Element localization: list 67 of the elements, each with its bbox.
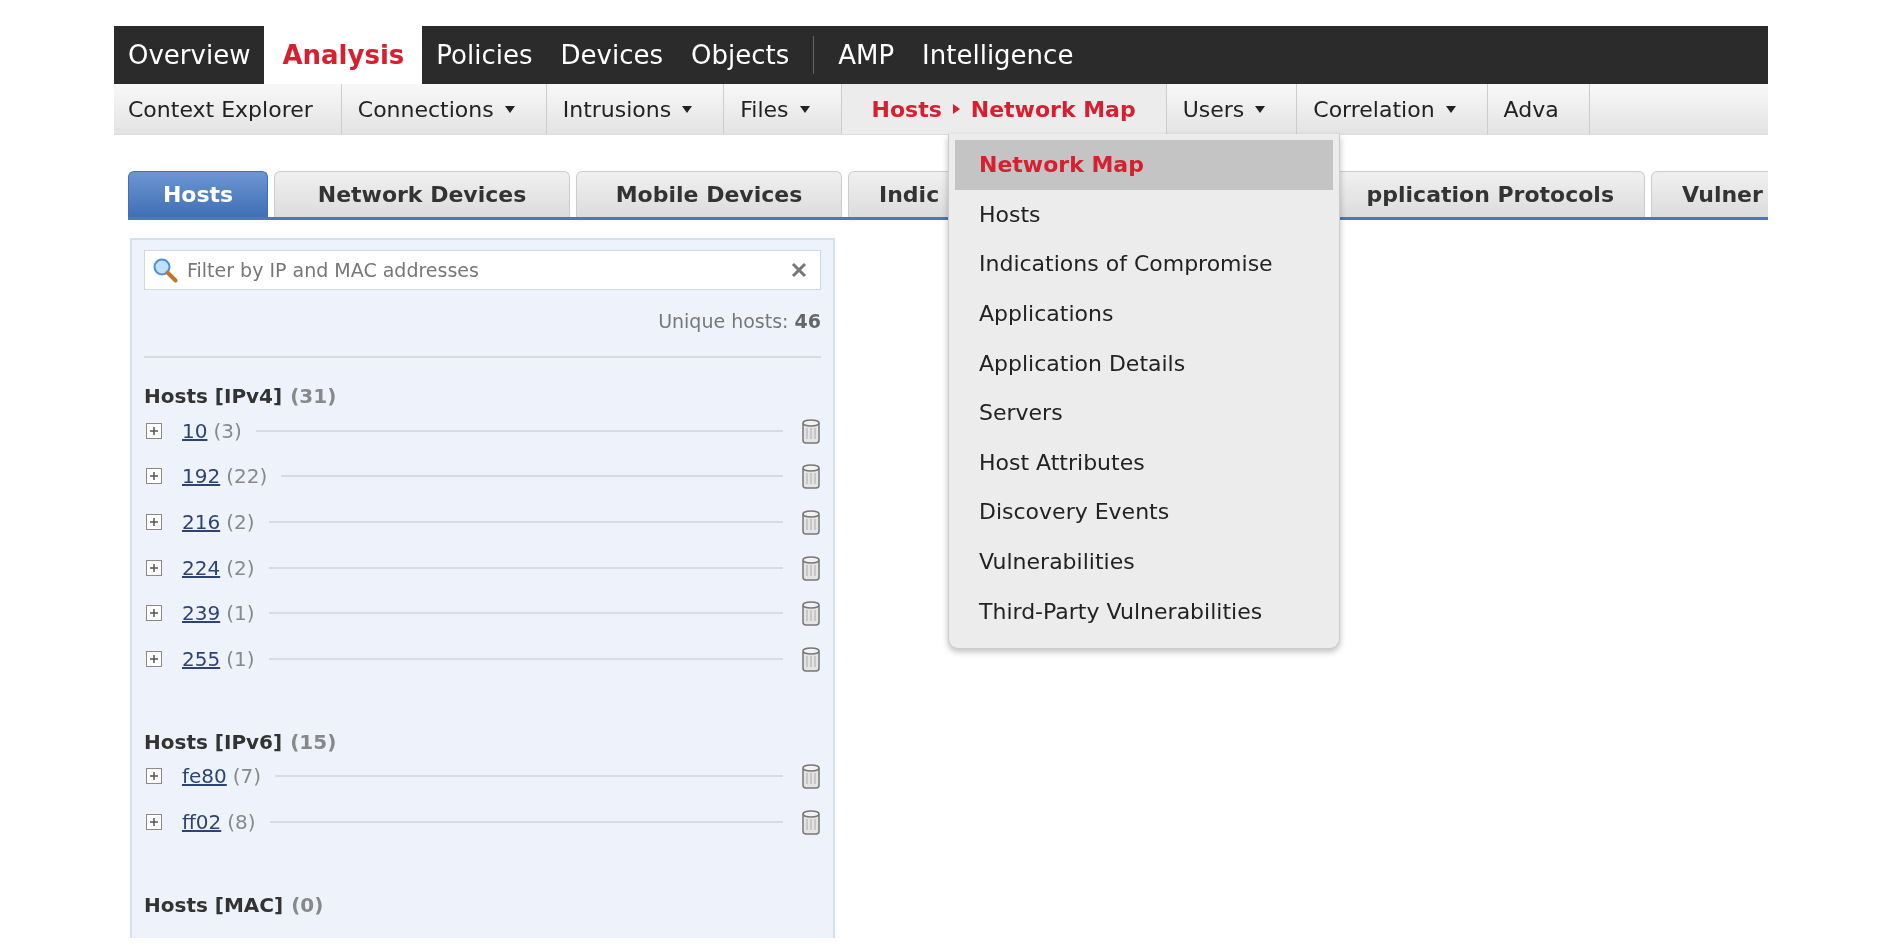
network-link[interactable]: 216 [182,510,221,534]
group-title: Hosts [IPv6] [144,729,283,754]
expand-icon[interactable] [146,650,162,667]
trash-icon[interactable] [801,509,821,535]
expand-icon[interactable] [146,813,162,830]
host-count: (22) [226,464,268,489]
menu-item[interactable]: Application Details [955,338,1333,388]
expand-icon[interactable] [146,514,162,530]
host-count: (1) [226,646,255,671]
subnav-item[interactable]: Connections [341,84,547,134]
tab[interactable]: Hosts [128,171,268,217]
menu-item[interactable]: Discovery Events [955,487,1333,537]
host-count: (2) [226,555,255,580]
nav-tab[interactable]: Devices [546,26,677,84]
network-link[interactable]: 255 [182,646,221,671]
menu-item[interactable]: Applications [955,288,1333,339]
host-count: (1) [226,601,255,626]
trash-icon[interactable] [801,417,821,444]
trash-icon[interactable] [801,463,821,490]
subnav-item[interactable]: Adva [1487,84,1590,134]
trash-icon[interactable] [801,763,821,790]
nav-tab[interactable]: Objects [676,26,804,84]
host-count: (8) [227,809,256,834]
nav-tab[interactable]: Overview [114,26,265,84]
network-link[interactable]: 224 [182,555,221,580]
trash-icon[interactable] [801,808,821,835]
host-count: (2) [226,510,255,534]
group-title: Hosts [MAC] [144,892,284,917]
network-link[interactable]: 192 [182,464,221,489]
menu-item[interactable]: Vulnerabilities [955,536,1333,587]
expand-icon[interactable] [146,422,162,439]
nav-tab[interactable]: AMP [824,26,909,84]
subnav-item[interactable]: Hosts Network Map [841,84,1167,134]
menu-item[interactable]: Third-Party Vulnerabilities [955,586,1333,636]
host-count: (7) [232,764,262,789]
group-title: Hosts [IPv4] [144,384,283,408]
group-count: (31) [290,384,337,408]
trash-icon[interactable] [801,600,821,627]
host-count: (3) [213,418,242,443]
nav-tab[interactable]: Intelligence [908,26,1088,84]
subnav-item[interactable]: Files [724,84,842,134]
network-link[interactable]: ff02 [182,809,222,834]
subnav-item[interactable]: Context Explorer [114,84,342,134]
trash-icon[interactable] [801,554,821,581]
clear-icon[interactable] [791,262,807,278]
tab[interactable]: Mobile Devices [576,171,842,217]
filter-field[interactable]: Filter by IP and MAC addresses [144,250,821,290]
expand-icon[interactable] [146,768,162,785]
menu-item[interactable]: Servers [955,387,1333,438]
network-link[interactable]: 239 [182,601,221,626]
subnav-item[interactable]: Intrusions [546,84,725,134]
group-count: (0) [291,892,324,917]
menu-item[interactable]: Host Attributes [955,437,1333,488]
tab[interactable]: Vulner [1651,171,1768,217]
tab[interactable]: Network Devices [274,171,570,217]
expand-icon[interactable] [146,605,162,622]
network-link[interactable]: fe80 [182,764,227,789]
nav-tab[interactable]: Policies [422,26,547,84]
nav-tab[interactable]: Analysis [264,26,423,84]
expand-icon[interactable] [146,559,162,576]
group-count: (15) [290,729,337,754]
menu-item[interactable]: Indications of Compromise [955,239,1333,289]
trash-icon[interactable] [801,645,821,672]
unique-hosts-count: Unique hosts: 46 [657,310,821,332]
caret-icon [951,103,961,115]
expand-icon[interactable] [146,468,162,485]
network-link[interactable]: 10 [182,418,208,443]
